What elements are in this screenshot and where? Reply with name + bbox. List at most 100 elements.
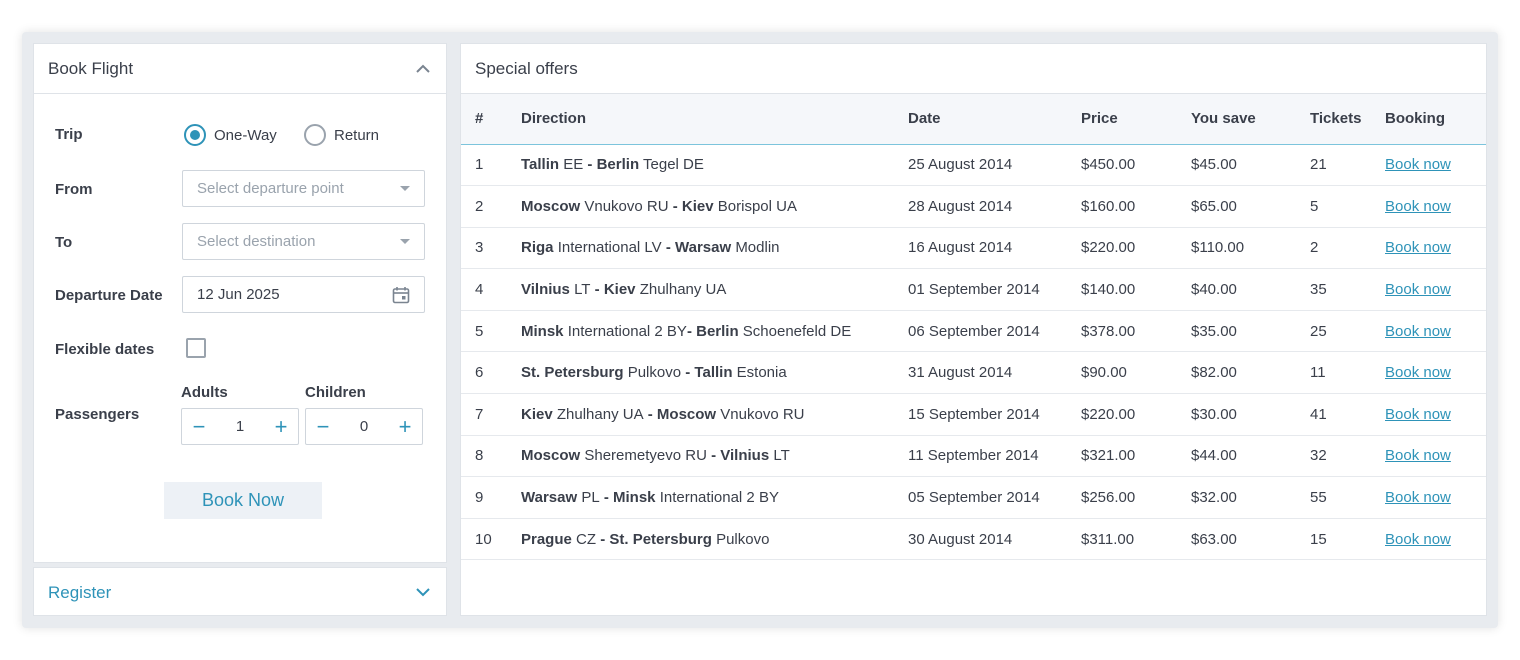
- from-detail: Sheremetyevo RU: [584, 447, 707, 465]
- cell-you-save: $65.00: [1177, 185, 1296, 228]
- from-select-placeholder: Select departure point: [197, 180, 344, 197]
- from-city: Moscow: [521, 447, 581, 465]
- to-label: To: [55, 234, 73, 251]
- cell-price: $256.00: [1067, 476, 1177, 519]
- departure-date-value: 12 Jun 2025: [197, 286, 280, 303]
- cell-tickets: 2: [1296, 227, 1371, 270]
- children-value[interactable]: 0: [340, 418, 388, 435]
- register-header[interactable]: Register: [34, 568, 446, 617]
- from-city: Tallin: [521, 156, 560, 174]
- cell-num: 4: [461, 268, 507, 311]
- cell-num: 1: [461, 144, 507, 187]
- to-select[interactable]: Select destination: [182, 223, 425, 260]
- book-now-link[interactable]: Book now: [1385, 489, 1451, 506]
- cell-date: 06 September 2014: [894, 310, 1067, 353]
- cell-booking: Book now: [1371, 518, 1486, 561]
- chevron-up-icon[interactable]: [414, 60, 432, 78]
- cell-price: $378.00: [1067, 310, 1177, 353]
- cell-tickets: 15: [1296, 518, 1371, 561]
- from-detail: Zhulhany UA: [556, 405, 644, 423]
- cell-direction: Riga International LV - Warsaw Modlin: [507, 227, 894, 270]
- flexible-dates-checkbox[interactable]: [186, 338, 206, 358]
- chevron-down-icon: [400, 186, 410, 191]
- from-select[interactable]: Select departure point: [182, 170, 425, 207]
- cell-price: $140.00: [1067, 268, 1177, 311]
- book-now-link[interactable]: Book now: [1385, 406, 1451, 423]
- radio-one-way[interactable]: One-Way: [184, 124, 277, 146]
- cell-you-save: $35.00: [1177, 310, 1296, 353]
- cell-price: $321.00: [1067, 435, 1177, 478]
- cell-direction: Moscow Sheremetyevo RU - Vilnius LT: [507, 435, 894, 478]
- cell-tickets: 5: [1296, 185, 1371, 228]
- table-row: 6 St. Petersburg Pulkovo - Tallin Estonia…: [461, 351, 1486, 395]
- adults-label: Adults: [181, 384, 228, 401]
- special-offers-panel: Special offers # Direction Date Price Yo…: [460, 43, 1487, 616]
- cell-tickets: 11: [1296, 351, 1371, 395]
- cell-you-save: $30.00: [1177, 393, 1296, 436]
- cell-booking: Book now: [1371, 435, 1486, 478]
- chevron-down-icon[interactable]: [414, 584, 432, 602]
- book-now-link[interactable]: Book now: [1385, 323, 1451, 340]
- to-city: Kiev: [681, 197, 714, 215]
- direction-separator: -: [596, 530, 610, 548]
- cell-date: 15 September 2014: [894, 393, 1067, 436]
- cell-booking: Book now: [1371, 185, 1486, 228]
- adults-minus-button[interactable]: −: [182, 409, 216, 444]
- cell-you-save: $45.00: [1177, 144, 1296, 187]
- cell-price: $311.00: [1067, 518, 1177, 561]
- book-flight-header[interactable]: Book Flight: [34, 44, 446, 94]
- cell-direction: Tallin EE - Berlin Tegel DE: [507, 144, 894, 187]
- children-stepper: − 0 +: [305, 408, 423, 445]
- radio-return-dot[interactable]: [304, 124, 326, 146]
- book-now-link[interactable]: Book now: [1385, 281, 1451, 298]
- table-row: 10 Prague CZ - St. Petersburg Pulkovo 30 A…: [461, 518, 1486, 561]
- cell-price: $220.00: [1067, 227, 1177, 270]
- book-now-link[interactable]: Book now: [1385, 198, 1451, 215]
- cell-direction: Prague CZ - St. Petersburg Pulkovo: [507, 518, 894, 561]
- children-plus-button[interactable]: +: [388, 409, 422, 444]
- book-now-link[interactable]: Book now: [1385, 531, 1451, 548]
- from-detail: LT: [574, 281, 591, 299]
- special-offers-title: Special offers: [475, 58, 578, 78]
- cell-tickets: 35: [1296, 268, 1371, 311]
- col-header-date: Date: [894, 94, 1067, 145]
- to-detail: Vnukovo RU: [720, 405, 805, 423]
- direction-separator: -: [681, 364, 695, 382]
- cell-price: $450.00: [1067, 144, 1177, 187]
- cell-date: 30 August 2014: [894, 518, 1067, 561]
- passengers-label: Passengers: [55, 406, 140, 423]
- cell-booking: Book now: [1371, 310, 1486, 353]
- cell-booking: Book now: [1371, 351, 1486, 395]
- book-now-link[interactable]: Book now: [1385, 447, 1451, 464]
- adults-plus-button[interactable]: +: [264, 409, 298, 444]
- radio-one-way-dot[interactable]: [184, 124, 206, 146]
- book-now-link[interactable]: Book now: [1385, 364, 1451, 381]
- to-detail: LT: [773, 447, 790, 465]
- cell-booking: Book now: [1371, 268, 1486, 311]
- from-detail: International LV: [557, 239, 662, 257]
- to-city: Vilnius: [720, 447, 770, 465]
- col-header-tickets: Tickets: [1296, 94, 1371, 145]
- cell-you-save: $82.00: [1177, 351, 1296, 395]
- book-now-link[interactable]: Book now: [1385, 239, 1451, 256]
- cell-date: 11 September 2014: [894, 435, 1067, 478]
- cell-booking: Book now: [1371, 144, 1486, 187]
- table-row: 4 Vilnius LT - Kiev Zhulhany UA 01 Septemb…: [461, 268, 1486, 311]
- from-city: Riga: [521, 239, 554, 257]
- to-detail: Modlin: [735, 239, 780, 257]
- direction-separator: -: [661, 239, 675, 257]
- radio-return[interactable]: Return: [304, 124, 379, 146]
- adults-value[interactable]: 1: [216, 418, 264, 435]
- special-offers-header: Special offers: [461, 44, 1486, 94]
- from-city: St. Petersburg: [521, 364, 624, 382]
- departure-date-input[interactable]: 12 Jun 2025: [182, 276, 425, 313]
- calendar-icon[interactable]: [392, 286, 410, 304]
- col-header-booking: Booking: [1371, 94, 1486, 145]
- book-now-button[interactable]: Book Now: [164, 482, 322, 519]
- children-minus-button[interactable]: −: [306, 409, 340, 444]
- cell-booking: Book now: [1371, 227, 1486, 270]
- book-now-link[interactable]: Book now: [1385, 156, 1451, 173]
- table-row: 8 Moscow Sheremetyevo RU - Vilnius LT 11 S…: [461, 435, 1486, 478]
- cell-num: 3: [461, 227, 507, 270]
- from-city: Prague: [521, 530, 572, 548]
